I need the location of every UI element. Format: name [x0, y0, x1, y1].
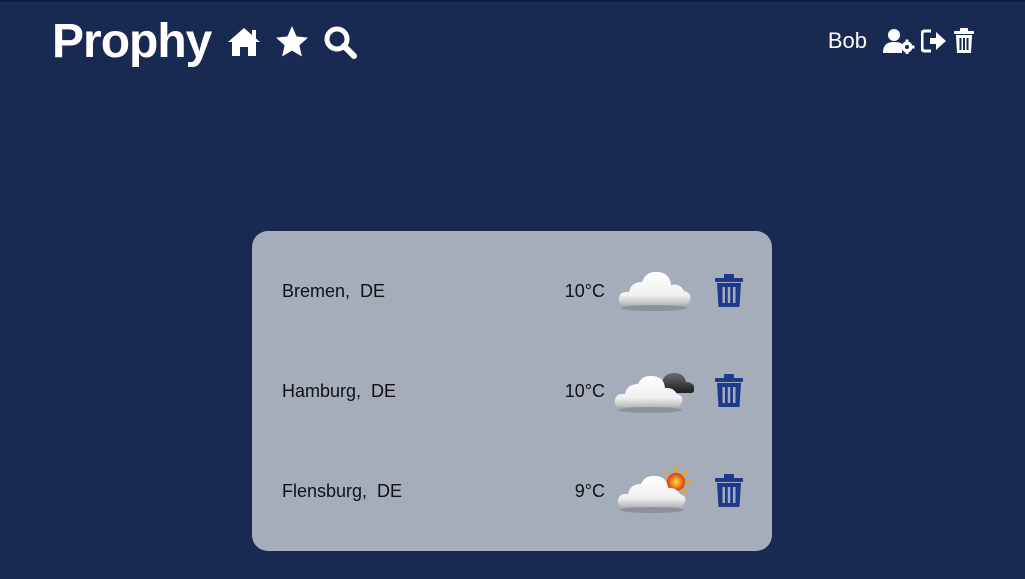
delete-location-button[interactable]: [714, 474, 744, 508]
partly-sunny-icon: [614, 463, 694, 519]
temperature: 10°C: [564, 380, 605, 401]
city-name: Bremen, DE: [282, 280, 386, 301]
cloudy-icon: [614, 263, 694, 319]
user-settings-icon[interactable]: [883, 28, 915, 54]
logout-icon[interactable]: [921, 29, 947, 53]
temperature: 9°C: [574, 480, 605, 501]
delete-location-button[interactable]: [714, 374, 744, 408]
location-row[interactable]: Bremen, DE 10°C: [252, 261, 772, 321]
temperature: 10°C: [564, 280, 605, 301]
location-row[interactable]: Hamburg, DE 10°C: [252, 361, 772, 421]
cloudy-dark-icon: [614, 363, 695, 419]
top-border: [0, 0, 1025, 2]
city-name: Flensburg, DE: [282, 480, 403, 501]
username: Bob: [827, 28, 867, 53]
brand-logo[interactable]: Prophy: [52, 14, 212, 70]
city-name: Hamburg, DE: [282, 380, 397, 401]
home-icon[interactable]: [225, 23, 263, 61]
delete-location-button[interactable]: [714, 274, 744, 308]
search-icon[interactable]: [321, 23, 359, 61]
star-icon[interactable]: [273, 23, 311, 61]
location-row[interactable]: Flensburg, DE 9°C: [252, 461, 772, 521]
delete-account-icon[interactable]: [953, 28, 975, 54]
user-area: Bob: [828, 25, 975, 57]
header: Prophy: [52, 14, 369, 70]
locations-card: Bremen, DE 10°C Hamburg, DE 10°C Flensbu…: [252, 231, 772, 551]
